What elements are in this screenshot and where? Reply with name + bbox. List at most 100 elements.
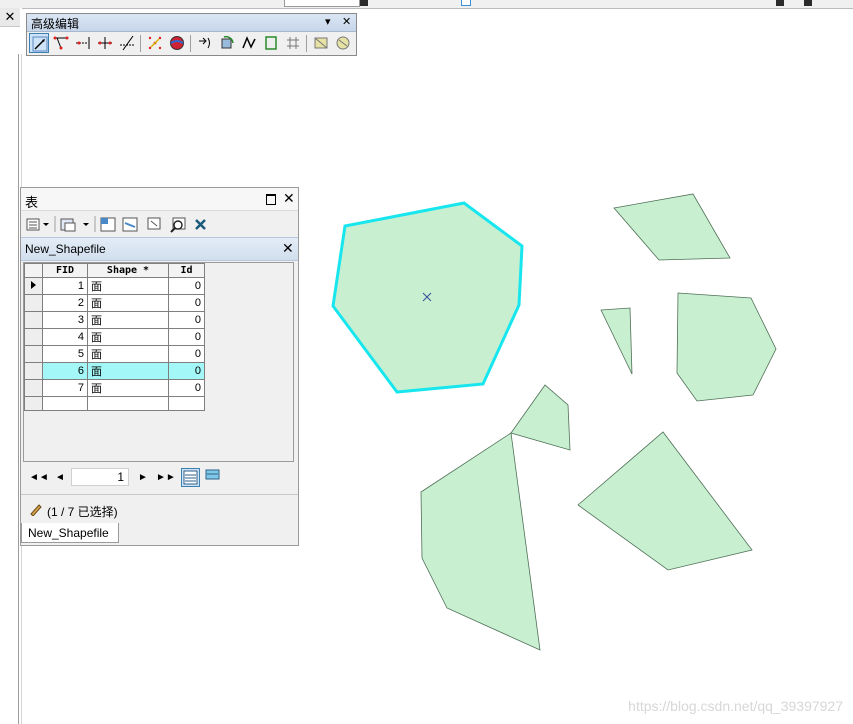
table-row[interactable]: 4面0 — [24, 328, 205, 346]
cell-shape[interactable]: 面 — [87, 294, 169, 312]
scale-combo[interactable] — [284, 0, 360, 7]
cell-id[interactable]: 0 — [168, 379, 205, 397]
toolbar-menu-icon[interactable]: ▾ — [325, 14, 331, 30]
edit-tool-icon[interactable] — [29, 33, 49, 53]
select-by-attributes-icon[interactable] — [100, 217, 116, 232]
cell-id[interactable]: 0 — [168, 328, 205, 346]
row-header[interactable] — [24, 328, 43, 346]
cell-fid[interactable]: 6 — [42, 362, 88, 380]
cell-fid[interactable]: 7 — [42, 379, 88, 397]
scale-dropdown-icon[interactable] — [360, 0, 368, 6]
table-row-empty[interactable] — [24, 396, 205, 411]
layer-tab-header[interactable]: New_Shapefile ✕ — [21, 237, 298, 261]
column-header-fid[interactable]: FID — [42, 263, 88, 278]
explode-icon[interactable] — [145, 33, 165, 53]
table-toolbar-icons — [26, 216, 206, 233]
line-intersection-icon[interactable] — [51, 33, 71, 53]
cell-fid[interactable]: 3 — [42, 311, 88, 329]
dock-close-icon[interactable]: ✕ — [0, 8, 20, 27]
cell-fid[interactable]: 4 — [42, 328, 88, 346]
advanced-editing-toolbar: 高级编辑 ▾ ✕ — [26, 13, 357, 56]
table-options-icon[interactable] — [26, 218, 49, 231]
rotate-icon[interactable] — [217, 33, 237, 53]
row-header[interactable] — [24, 345, 43, 363]
cell-shape[interactable]: 面 — [87, 379, 169, 397]
show-all-records-icon[interactable] — [181, 468, 200, 487]
left-dock-panel: ✕ — [0, 8, 22, 724]
show-selected-records-icon[interactable] — [204, 468, 223, 487]
map-polygon[interactable] — [676, 292, 777, 402]
cell-id[interactable] — [168, 396, 205, 411]
cell-id[interactable]: 0 — [168, 294, 205, 312]
extend-icon[interactable] — [73, 33, 93, 53]
next-record-button[interactable]: ► — [138, 472, 148, 483]
toolbar-close-icon[interactable]: ✕ — [342, 14, 351, 30]
switch-selection-icon[interactable] — [122, 217, 138, 232]
table-row[interactable]: 3面0 — [24, 311, 205, 329]
map-polygon[interactable] — [420, 432, 541, 651]
maximize-icon[interactable] — [266, 194, 276, 205]
clear-selection-icon[interactable] — [147, 217, 161, 230]
fillet-icon[interactable] — [117, 33, 137, 53]
cell-fid[interactable]: 2 — [42, 294, 88, 312]
layer-tab-close-icon[interactable]: ✕ — [282, 240, 294, 257]
related-tables-icon[interactable] — [60, 218, 89, 232]
record-navigator: ◄◄ ◄ 1 ► ►► — [21, 465, 298, 491]
last-record-button[interactable]: ►► — [156, 472, 176, 483]
bottom-layer-tab[interactable]: New_Shapefile — [21, 523, 119, 543]
cell-id[interactable]: 0 — [168, 277, 205, 295]
table-window: 表 ✕ New_Shapefile ✕ FID Shape * Id 1 面 0… — [20, 187, 299, 546]
cell-fid[interactable]: 1 — [42, 277, 88, 295]
delete-selected-icon[interactable] — [195, 219, 206, 230]
map-polygon[interactable] — [577, 431, 753, 571]
cell-shape[interactable]: 面 — [87, 311, 169, 329]
toolbar-dropdown-icon-2[interactable] — [804, 0, 812, 6]
zoom-to-selected-icon[interactable] — [170, 217, 186, 233]
cell-fid[interactable] — [42, 396, 88, 411]
row-header[interactable] — [24, 396, 43, 411]
map-polygon[interactable] — [613, 193, 731, 261]
map-polygon[interactable] — [510, 384, 571, 451]
toolbar-dropdown-icon[interactable] — [776, 0, 784, 6]
column-header-id[interactable]: Id — [168, 263, 205, 278]
cell-shape[interactable]: 面 — [87, 345, 169, 363]
construct-features-icon[interactable] — [311, 33, 331, 53]
table-row[interactable]: 1面0 — [24, 277, 205, 295]
cell-shape[interactable]: 面 — [87, 362, 169, 380]
cell-id[interactable]: 0 — [168, 345, 205, 363]
row-header[interactable] — [24, 277, 43, 295]
row-header[interactable] — [24, 362, 43, 380]
row-header[interactable] — [24, 311, 43, 329]
row-header-corner[interactable] — [24, 263, 43, 278]
previous-record-button[interactable]: ◄ — [55, 472, 65, 483]
row-header[interactable] — [24, 379, 43, 397]
table-row[interactable]: 5面0 — [24, 345, 205, 363]
column-header-shape[interactable]: Shape * — [87, 263, 169, 278]
cell-id[interactable]: 0 — [168, 311, 205, 329]
align-edge-icon[interactable] — [261, 33, 281, 53]
generalize-icon[interactable] — [239, 33, 259, 53]
table-row[interactable]: 7面0 — [24, 379, 205, 397]
merge-icon[interactable] — [333, 33, 353, 53]
table-row[interactable]: 2面0 — [24, 294, 205, 312]
table-row[interactable]: 6面0 — [24, 362, 205, 380]
cell-shape[interactable]: 面 — [87, 277, 169, 295]
map-canvas[interactable]: https://blog.csdn.net/qq_39397927 — [300, 8, 853, 724]
table-toolbar — [21, 211, 298, 236]
sphere-icon[interactable] — [167, 33, 187, 53]
toolbar-toggle-icon[interactable] — [461, 0, 471, 6]
cell-id[interactable]: 0 — [168, 362, 205, 380]
current-record-field[interactable]: 1 — [71, 468, 129, 486]
trim-icon[interactable] — [95, 33, 115, 53]
grid-icon[interactable] — [283, 33, 303, 53]
table-window-titlebar[interactable]: 表 ✕ — [21, 188, 298, 211]
advanced-editing-titlebar[interactable]: 高级编辑 ▾ ✕ — [27, 14, 356, 32]
cell-shape[interactable]: 面 — [87, 328, 169, 346]
cell-fid[interactable]: 5 — [42, 345, 88, 363]
first-record-button[interactable]: ◄◄ — [29, 472, 49, 483]
table-close-icon[interactable]: ✕ — [283, 190, 295, 207]
copy-parallel-icon[interactable] — [195, 33, 215, 53]
row-header[interactable] — [24, 294, 43, 312]
cell-shape[interactable] — [87, 396, 169, 411]
map-polygon[interactable] — [600, 307, 633, 375]
